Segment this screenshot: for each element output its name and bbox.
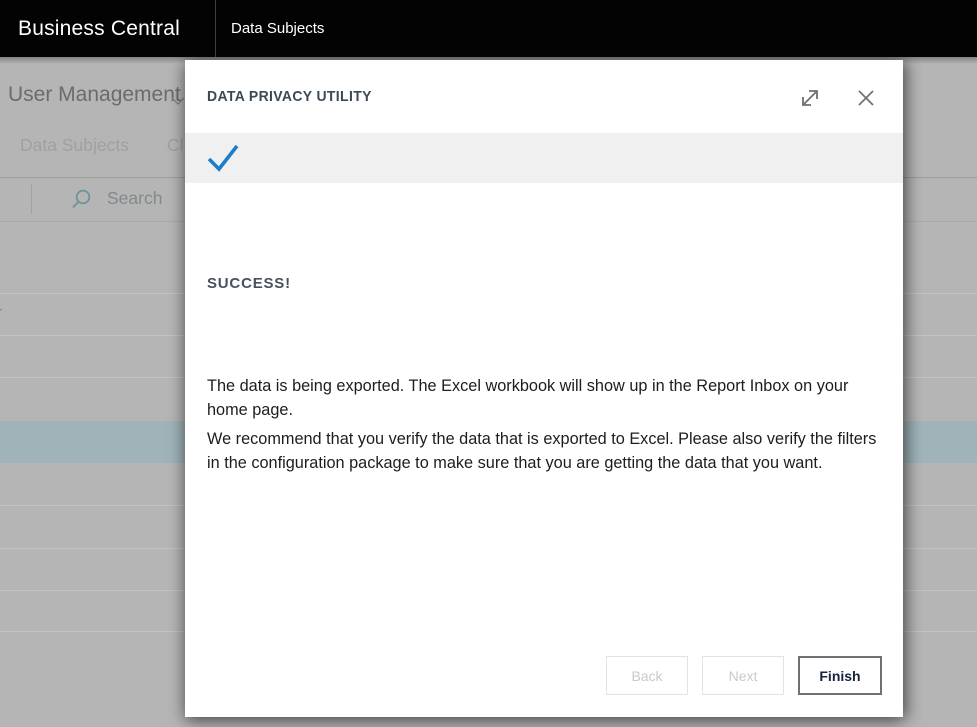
finish-button[interactable]: Finish	[798, 656, 882, 695]
expand-icon	[796, 90, 824, 115]
verify-message: We recommend that you verify the data th…	[207, 430, 877, 472]
search-icon	[70, 188, 93, 216]
dialog-footer: Back Next Finish	[606, 656, 882, 695]
screen: Business Central Data Subjects User Mana…	[0, 0, 977, 727]
next-button: Next	[702, 656, 784, 695]
topbar: Business Central Data Subjects	[0, 0, 977, 57]
back-button: Back	[606, 656, 688, 695]
tab-data-subjects: Data Subjects	[20, 135, 129, 155]
topbar-divider	[215, 0, 216, 57]
success-heading: SUCCESS!	[207, 275, 291, 292]
export-message: The data is being exported. The Excel wo…	[207, 377, 849, 419]
app-title[interactable]: Business Central	[18, 0, 180, 57]
tab-truncated: Cl	[167, 135, 184, 155]
row-text-fragment: r	[0, 304, 2, 321]
dialog-title: DATA PRIVACY UTILITY	[207, 88, 372, 105]
search-input: Search	[107, 188, 163, 208]
check-icon	[206, 143, 240, 179]
close-icon	[852, 90, 880, 115]
dialog-header: DATA PRIVACY UTILITY	[185, 60, 903, 133]
wizard-progress-band	[185, 133, 903, 183]
close-dialog-button[interactable]	[851, 84, 881, 114]
dialog-body: SUCCESS! The data is being exported. The…	[207, 275, 879, 480]
topbar-page-context: Data Subjects	[231, 20, 325, 37]
search-divider	[31, 184, 32, 214]
expand-dialog-button[interactable]	[795, 84, 825, 114]
data-privacy-dialog: DATA PRIVACY UTILITY SUCCESS! The data i…	[185, 60, 903, 717]
page-title: User Management	[8, 83, 181, 106]
chevron-down-icon	[171, 93, 185, 111]
